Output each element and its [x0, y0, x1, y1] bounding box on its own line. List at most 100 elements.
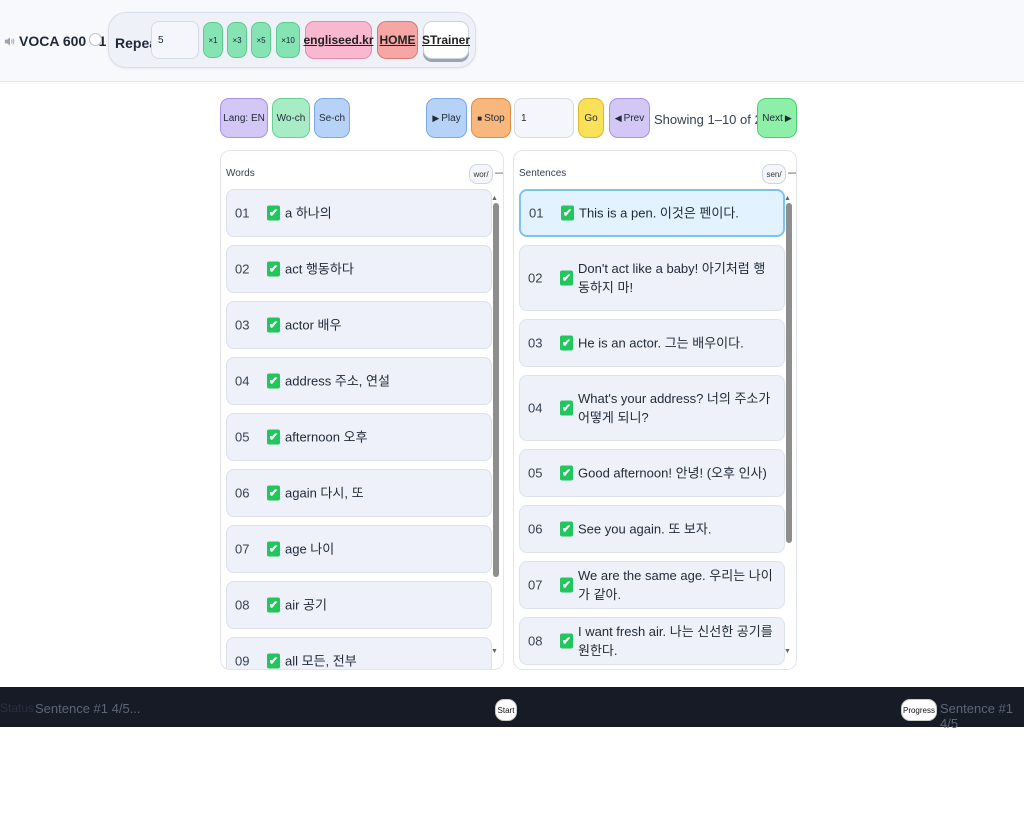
- item-number: 09: [235, 653, 250, 669]
- progress-button[interactable]: Progress: [901, 699, 937, 721]
- checkbox-checked-icon[interactable]: ✔: [267, 597, 280, 613]
- item-number: 06: [528, 521, 543, 537]
- prev-button[interactable]: ◀ Prev: [609, 98, 650, 138]
- list-item[interactable]: 06 ✔ again 다시, 또: [226, 469, 492, 517]
- item-text: This is a pen. 이것은 펜이다.: [579, 205, 739, 221]
- list-item[interactable]: 09 ✔ all 모든, 전부: [226, 637, 492, 669]
- item-text: address 주소, 연설: [285, 373, 390, 389]
- item-number: 05: [528, 465, 543, 481]
- status-right-text: Sentence #1 4/5: [940, 701, 1014, 731]
- item-number: 06: [235, 485, 250, 501]
- sentences-search-input[interactable]: sen/: [762, 164, 786, 184]
- item-number: 03: [528, 335, 543, 351]
- play-label: Play: [441, 112, 461, 124]
- words-collapse-button[interactable]: —: [495, 165, 503, 179]
- item-text: a 하나의: [285, 205, 332, 221]
- item-number: 01: [529, 205, 544, 221]
- list-item[interactable]: 08 ✔ air 공기: [226, 581, 492, 629]
- scroll-down-icon[interactable]: ▼: [491, 648, 498, 655]
- next-label: Next: [762, 112, 783, 124]
- list-item[interactable]: 02 ✔ Don't act like a baby! 아기처럼 행동하지 마!: [519, 245, 785, 311]
- play-icon: ▶: [432, 112, 440, 123]
- checkbox-checked-icon[interactable]: ✔: [267, 429, 280, 445]
- sentence-chinese-toggle-button[interactable]: Se-ch: [314, 98, 350, 138]
- item-text: air 공기: [285, 597, 327, 613]
- item-text: What's your address? 너의 주소가 어떻게 되니?: [578, 391, 771, 425]
- list-item[interactable]: 02 ✔ act 행동하다: [226, 245, 492, 293]
- checkbox-checked-icon[interactable]: ✔: [560, 465, 573, 481]
- list-item[interactable]: 05 ✔ afternoon 오후: [226, 413, 492, 461]
- englishseed-link[interactable]: engliseed.kr: [303, 21, 374, 59]
- checkbox-checked-icon[interactable]: ✔: [267, 373, 280, 389]
- list-item[interactable]: 03 ✔ actor 배우: [226, 301, 492, 349]
- page-number-input[interactable]: [514, 98, 574, 138]
- checkbox-checked-icon[interactable]: ✔: [267, 653, 280, 669]
- prev-icon: ◀: [614, 112, 622, 123]
- checkbox-checked-icon[interactable]: ✔: [560, 577, 573, 593]
- checkbox-checked-icon[interactable]: ✔: [267, 541, 280, 557]
- words-scrollbar[interactable]: [493, 203, 499, 577]
- language-toggle-button[interactable]: Lang: EN: [220, 98, 268, 138]
- top-bar: VOCA 600 - 1 Repeat ×1 ×3 ×5 ×10 englise…: [0, 0, 1024, 82]
- item-text: again 다시, 또: [285, 485, 364, 501]
- list-item[interactable]: 08 ✔ I want fresh air. 나는 신선한 공기를 원한다.: [519, 617, 785, 665]
- item-number: 07: [528, 577, 543, 593]
- list-item[interactable]: 07 ✔ age 나이: [226, 525, 492, 573]
- list-item[interactable]: 03 ✔ He is an actor. 그는 배우이다.: [519, 319, 785, 367]
- checkbox-checked-icon[interactable]: ✔: [267, 261, 280, 277]
- home-link[interactable]: HOME: [377, 21, 418, 59]
- checkbox-checked-icon[interactable]: ✔: [267, 205, 280, 221]
- speaker-icon: [4, 36, 15, 46]
- item-text: Good afternoon! 안녕! (오후 인사): [578, 465, 767, 481]
- item-number: 02: [235, 261, 250, 277]
- checkbox-checked-icon[interactable]: ✔: [560, 633, 573, 649]
- repeat-x5-button[interactable]: ×5: [251, 22, 271, 58]
- checkbox-checked-icon[interactable]: ✔: [560, 335, 573, 351]
- words-list: 01 ✔ a 하나의 02 ✔ act 행동하다 03 ✔ actor 배우 04 ✔ address…: [226, 189, 492, 669]
- list-item[interactable]: 04 ✔ address 주소, 연설: [226, 357, 492, 405]
- scroll-up-icon[interactable]: ▲: [491, 195, 498, 202]
- sentences-panel-title: Sentences: [519, 168, 567, 179]
- scroll-down-icon[interactable]: ▼: [784, 648, 791, 655]
- sentences-scrollbar[interactable]: [786, 203, 792, 543]
- item-text: actor 배우: [285, 317, 342, 333]
- sentences-list: 01 ✔ This is a pen. 이것은 펜이다. 02 ✔ Don't act l…: [519, 189, 785, 669]
- sentences-panel: Sentences sen/ — 01 ✔ This is a pen. 이것은 펜…: [513, 150, 797, 670]
- list-item[interactable]: 01 ✔ This is a pen. 이것은 펜이다.: [519, 189, 785, 237]
- prev-label: Prev: [623, 112, 645, 124]
- play-button[interactable]: ▶ Play: [426, 98, 467, 138]
- repeat-x3-button[interactable]: ×3: [227, 22, 247, 58]
- start-button[interactable]: Start: [495, 699, 517, 721]
- item-text: We are the same age. 우리는 나이가 같아.: [578, 568, 773, 602]
- stop-icon: ■: [477, 113, 483, 123]
- repeat-panel: Repeat ×1 ×3 ×5 ×10 engliseed.kr HOME ST…: [108, 12, 476, 68]
- repeat-x1-button[interactable]: ×1: [203, 22, 223, 58]
- list-item[interactable]: 05 ✔ Good afternoon! 안녕! (오후 인사): [519, 449, 785, 497]
- go-button[interactable]: Go: [578, 98, 604, 138]
- item-text: He is an actor. 그는 배우이다.: [578, 335, 744, 351]
- strainer-link[interactable]: STrainer: [422, 21, 470, 59]
- stop-button[interactable]: ■ Stop: [471, 98, 511, 138]
- repeat-x10-button[interactable]: ×10: [276, 22, 300, 58]
- item-number: 03: [235, 317, 250, 333]
- checkbox-checked-icon[interactable]: ✔: [560, 521, 573, 537]
- repeat-count-input[interactable]: [151, 21, 199, 59]
- word-chinese-toggle-button[interactable]: Wo-ch: [272, 98, 310, 138]
- sentences-collapse-button[interactable]: —: [788, 165, 796, 179]
- checkbox-checked-icon[interactable]: ✔: [560, 270, 573, 286]
- list-item[interactable]: 01 ✔ a 하나의: [226, 189, 492, 237]
- checkbox-checked-icon[interactable]: ✔: [561, 205, 574, 221]
- item-number: 04: [235, 373, 250, 389]
- list-item[interactable]: 07 ✔ We are the same age. 우리는 나이가 같아.: [519, 561, 785, 609]
- words-search-input[interactable]: wor/: [469, 164, 493, 184]
- list-item[interactable]: 06 ✔ See you again. 또 보자.: [519, 505, 785, 553]
- list-item[interactable]: 04 ✔ What's your address? 너의 주소가 어떻게 되니?: [519, 375, 785, 441]
- item-text: afternoon 오후: [285, 429, 368, 445]
- next-button[interactable]: Next ▶: [757, 98, 797, 138]
- words-panel: Words wor/ — 01 ✔ a 하나의 02 ✔ act 행동하다 03 ✔ actor…: [220, 150, 504, 670]
- title-toggle[interactable]: [89, 33, 102, 46]
- checkbox-checked-icon[interactable]: ✔: [267, 485, 280, 501]
- scroll-up-icon[interactable]: ▲: [784, 195, 791, 202]
- checkbox-checked-icon[interactable]: ✔: [267, 317, 280, 333]
- checkbox-checked-icon[interactable]: ✔: [560, 400, 573, 416]
